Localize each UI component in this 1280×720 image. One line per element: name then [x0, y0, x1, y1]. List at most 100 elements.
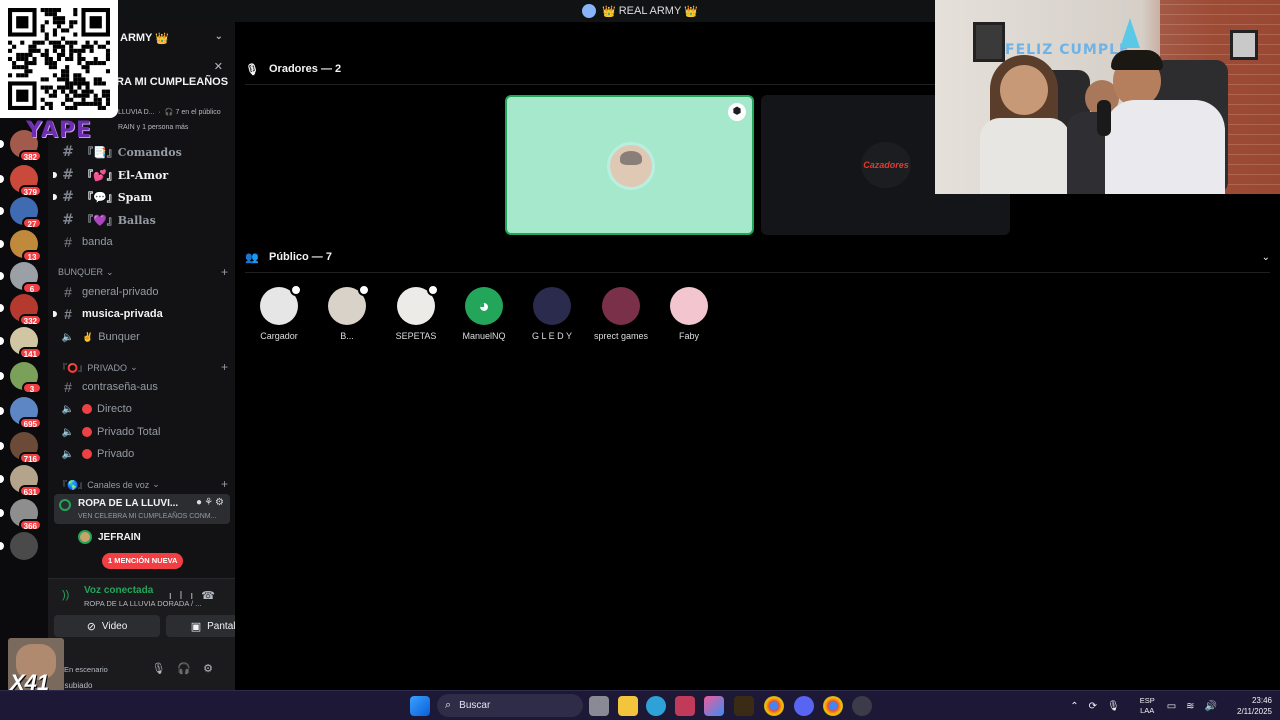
- audience-member[interactable]: G L E D Y: [522, 287, 582, 341]
- chevron-down-icon[interactable]: ⌄: [215, 31, 223, 42]
- server-icon[interactable]: 716: [0, 432, 42, 464]
- audience-member[interactable]: Faby: [659, 287, 719, 341]
- voice-member[interactable]: JEFRAIN: [78, 528, 141, 546]
- chrome-icon[interactable]: [764, 696, 784, 716]
- unread-indicator: [0, 407, 4, 415]
- soundboard-icon[interactable]: ılı: [169, 590, 202, 602]
- audience-member[interactable]: B...: [317, 284, 377, 341]
- unread-indicator: [0, 140, 4, 148]
- taskbar-search[interactable]: ⌕ Buscar: [437, 694, 583, 717]
- channel-item[interactable]: 🔈 Directo: [56, 399, 228, 419]
- chevron-down-icon[interactable]: ⌄: [1262, 252, 1270, 263]
- new-mention-pill[interactable]: 1 MENCIÓN NUEVA: [102, 553, 184, 569]
- mention-badge: 716: [18, 452, 42, 464]
- language-indicator[interactable]: ESP LAA: [1140, 696, 1155, 716]
- channel-item[interactable]: # 『💜』Ballas: [56, 210, 228, 230]
- channel-item[interactable]: # 『💕』El-Amor: [53, 165, 228, 185]
- server-icon[interactable]: 332: [0, 294, 42, 326]
- category-voice[interactable]: 『🌎』Canales de voz ⌄ +: [58, 477, 228, 491]
- unread-indicator: [0, 272, 4, 280]
- clock[interactable]: 23:46 2/11/2025: [1237, 695, 1272, 717]
- audience-member[interactable]: ◕ ManuelNQ: [454, 287, 514, 341]
- unread-indicator: [0, 509, 4, 517]
- date: 2/11/2025: [1237, 707, 1272, 716]
- add-channel-icon[interactable]: +: [221, 265, 228, 279]
- avatar: [397, 284, 439, 325]
- wifi-icon[interactable]: ≋: [1186, 701, 1204, 712]
- chevron-up-icon[interactable]: ⌃: [1070, 701, 1088, 712]
- server-icon[interactable]: 379: [0, 165, 42, 197]
- disconnect-icon[interactable]: ☎: [201, 590, 223, 602]
- edge-icon[interactable]: [646, 696, 666, 716]
- microphone-icon[interactable]: 🎙: [151, 663, 177, 675]
- video-button[interactable]: ⊘ Video: [54, 615, 160, 637]
- sync-icon[interactable]: ⟳: [1089, 701, 1107, 712]
- server-icon[interactable]: 141: [0, 327, 42, 359]
- discord-icon[interactable]: [794, 696, 814, 716]
- chat-icon[interactable]: ●: [196, 497, 204, 508]
- server-icon[interactable]: 13: [0, 230, 42, 262]
- category-privado[interactable]: 『⭕』PRIVADO ⌄ +: [58, 360, 228, 374]
- task-view-icon[interactable]: [589, 696, 609, 716]
- display-icon[interactable]: ▭: [1167, 701, 1186, 712]
- channel-item[interactable]: # 『💬』Spam: [53, 187, 228, 207]
- camera-off-icon: ⊘: [86, 620, 96, 633]
- signal-icon: )): [62, 589, 70, 601]
- server-icon[interactable]: 6: [0, 262, 42, 294]
- channel-item[interactable]: 🔈 ✌️ Bunquer: [56, 327, 228, 347]
- member-name: Cargador: [260, 331, 298, 341]
- microphone-icon[interactable]: 🎙: [1107, 701, 1130, 712]
- add-channel-icon[interactable]: +: [221, 360, 228, 374]
- server-icon[interactable]: [0, 532, 38, 560]
- speaker-tile[interactable]: ⬢: [505, 95, 754, 235]
- hashtag-icon: #: [64, 234, 72, 250]
- user-controls: 🎙🎧⚙: [151, 662, 225, 675]
- server-icon[interactable]: 27: [0, 197, 42, 229]
- member-name: G L E D Y: [531, 331, 573, 341]
- audience-member[interactable]: Cargador: [249, 284, 309, 341]
- event-meta: LLUVIA D... · 🎧 7 en el público: [118, 109, 221, 116]
- channel-item[interactable]: # musica-privada: [53, 304, 228, 324]
- gear-icon[interactable]: ⚙: [203, 663, 225, 675]
- status-dot-icon: [82, 427, 92, 437]
- category-bunquer[interactable]: BUNQUER ⌄ +: [58, 265, 228, 279]
- server-icon[interactable]: 3: [0, 362, 42, 394]
- channel-item[interactable]: 🔈 Privado: [56, 444, 228, 464]
- stage-icon: [59, 499, 71, 511]
- add-member-icon[interactable]: ⚘: [204, 497, 215, 508]
- copilot-icon[interactable]: [704, 696, 724, 716]
- active-voice-channel[interactable]: ROPA DE LA LLUVI... VEN CELEBRA MI CUMPL…: [54, 494, 230, 524]
- webcam-overlay: FELIZ CUMPLE: [935, 0, 1280, 194]
- voice-status[interactable]: Voz conectada: [84, 585, 153, 596]
- crown-icon: 👑: [602, 5, 616, 18]
- microphone-icon: 🎙: [245, 63, 259, 76]
- channel-item[interactable]: 🔈 Privado Total: [56, 422, 228, 442]
- windows-start-icon[interactable]: [410, 696, 430, 716]
- gear-icon[interactable]: ⚙: [215, 497, 226, 508]
- volume-icon[interactable]: 🔊: [1205, 701, 1227, 712]
- mention-badge: 13: [22, 250, 42, 262]
- add-channel-icon[interactable]: +: [221, 477, 228, 491]
- channel-item[interactable]: # 『📑』Comandos: [56, 142, 228, 162]
- hashtag-icon: #: [62, 167, 74, 183]
- mention-badge: 366: [18, 519, 42, 531]
- app-icon[interactable]: [675, 696, 695, 716]
- channel-item[interactable]: # contraseña-aus: [56, 377, 228, 397]
- file-explorer-icon[interactable]: [618, 696, 638, 716]
- server-icon[interactable]: 631: [0, 465, 42, 497]
- audience-member[interactable]: SEPETAS: [386, 284, 446, 341]
- close-icon[interactable]: ✕: [214, 60, 223, 73]
- headphones-icon[interactable]: 🎧: [177, 663, 203, 675]
- headset-icon: 🎧: [164, 109, 174, 116]
- unread-indicator: [0, 542, 4, 550]
- server-icon[interactable]: 695: [0, 397, 42, 429]
- game-icon[interactable]: [734, 696, 754, 716]
- obs-icon[interactable]: [852, 696, 872, 716]
- channel-item[interactable]: # general-privado: [56, 282, 228, 302]
- channel-item[interactable]: # banda: [56, 232, 228, 252]
- audience-header: 👥 Público — 7: [245, 248, 332, 266]
- active-voice-subtitle: VEN CELEBRA MI CUMPLEAÑOS CONM...: [78, 513, 217, 520]
- audience-member[interactable]: sprect games: [591, 287, 651, 341]
- server-icon[interactable]: 366: [0, 499, 42, 531]
- chrome-icon[interactable]: [823, 696, 843, 716]
